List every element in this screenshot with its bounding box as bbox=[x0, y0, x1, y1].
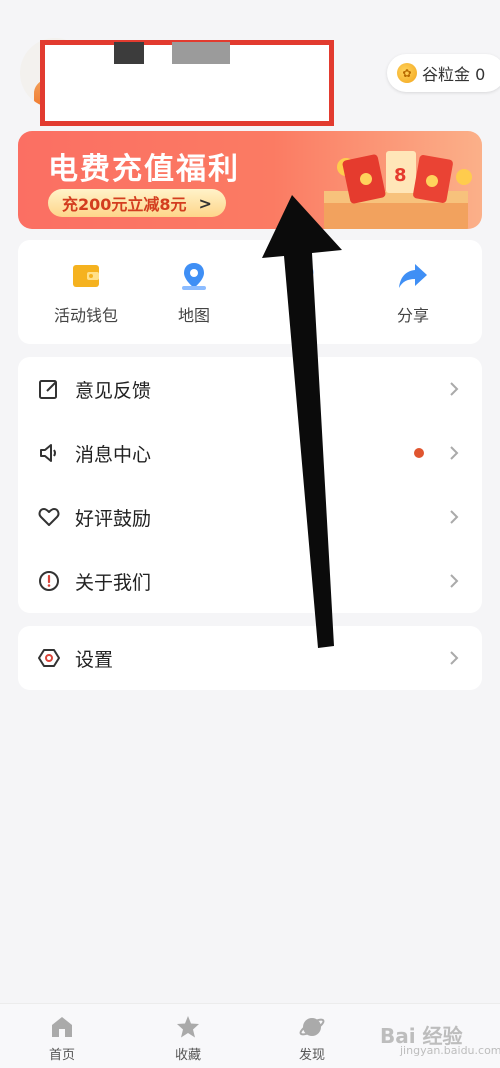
nav-tab-favorites[interactable]: 收藏 bbox=[148, 1014, 228, 1063]
wallet-icon bbox=[73, 265, 99, 287]
promo-banner[interactable]: 电费充值福利 充200元立减8元 > 8 bbox=[18, 131, 482, 229]
menu-card: 意见反馈 消息中心 好评鼓励 关于我们 bbox=[18, 357, 482, 613]
coin-balance-label: 谷粒金 0 bbox=[422, 65, 486, 84]
redaction-block bbox=[114, 42, 144, 64]
chevron-right-icon bbox=[450, 651, 459, 665]
menu-item-label: 关于我们 bbox=[75, 571, 152, 594]
chevron-right-icon bbox=[450, 510, 459, 524]
profile-header: ✿ 谷粒金 0 bbox=[0, 0, 500, 130]
hexagon-settings-icon bbox=[38, 649, 60, 667]
menu-item-label: 设置 bbox=[75, 648, 114, 671]
nav-label: 发现 bbox=[298, 1048, 325, 1063]
svg-text:8: 8 bbox=[394, 165, 407, 186]
chevron-right-icon bbox=[450, 382, 459, 396]
nav-label: 首页 bbox=[48, 1048, 75, 1063]
baidu-jingyan-watermark: Bai 经验 jingyan.baidu.com bbox=[380, 1010, 500, 1058]
home-icon bbox=[52, 1017, 72, 1037]
watermark-subtext: jingyan.baidu.com bbox=[400, 1044, 500, 1057]
coin-icon: ✿ bbox=[397, 63, 417, 83]
hidden-icon bbox=[306, 268, 314, 276]
chevron-right-icon bbox=[450, 446, 459, 460]
quick-action-map[interactable]: 地图 bbox=[139, 260, 249, 326]
menu-item-label: 好评鼓励 bbox=[75, 507, 152, 530]
quick-action-hidden[interactable] bbox=[249, 260, 359, 302]
quick-action-share[interactable]: 分享 bbox=[358, 260, 468, 326]
feedback-edit-icon bbox=[39, 380, 57, 399]
banner-title: 电费充值福利 bbox=[48, 152, 240, 187]
menu-item-label: 意见反馈 bbox=[75, 379, 152, 402]
banner-cta-button[interactable]: 充200元立减8元 > bbox=[48, 189, 226, 217]
nav-tab-home[interactable]: 首页 bbox=[22, 1014, 102, 1063]
nav-label: 收藏 bbox=[174, 1048, 201, 1063]
quick-action-wallet[interactable]: 活动钱包 bbox=[31, 260, 141, 326]
chevron-right-icon: > bbox=[198, 193, 212, 213]
menu-item-messages[interactable]: 消息中心 bbox=[18, 421, 482, 485]
menu-item-rate-us[interactable]: 好评鼓励 bbox=[18, 485, 482, 549]
settings-card: 设置 bbox=[18, 626, 482, 690]
red-envelope-gift-illustration: 8 bbox=[324, 151, 472, 229]
share-arrow-icon bbox=[399, 264, 427, 288]
quick-action-label: 分享 bbox=[396, 306, 429, 325]
chevron-right-icon bbox=[450, 574, 459, 588]
speaker-icon bbox=[40, 444, 56, 462]
menu-item-feedback[interactable]: 意见反馈 bbox=[18, 357, 482, 421]
map-pin-icon bbox=[182, 263, 206, 290]
unread-badge-dot bbox=[414, 448, 424, 458]
nav-tab-discover[interactable]: 发现 bbox=[272, 1014, 352, 1063]
menu-item-about[interactable]: 关于我们 bbox=[18, 549, 482, 613]
info-exclamation-icon bbox=[39, 571, 59, 591]
menu-item-settings[interactable]: 设置 bbox=[18, 626, 482, 690]
star-icon bbox=[177, 1016, 199, 1038]
grain-coin-balance[interactable]: ✿ 谷粒金 0 bbox=[387, 54, 500, 92]
quick-action-label: 地图 bbox=[177, 306, 210, 325]
menu-item-label: 消息中心 bbox=[75, 443, 152, 466]
quick-action-label: 活动钱包 bbox=[53, 306, 118, 325]
heart-icon bbox=[38, 508, 60, 526]
banner-cta-label: 充200元立减8元 bbox=[62, 195, 187, 214]
planet-icon bbox=[299, 1018, 325, 1036]
quick-actions-card: 活动钱包 地图 分享 bbox=[18, 240, 482, 344]
redaction-block bbox=[172, 42, 230, 64]
